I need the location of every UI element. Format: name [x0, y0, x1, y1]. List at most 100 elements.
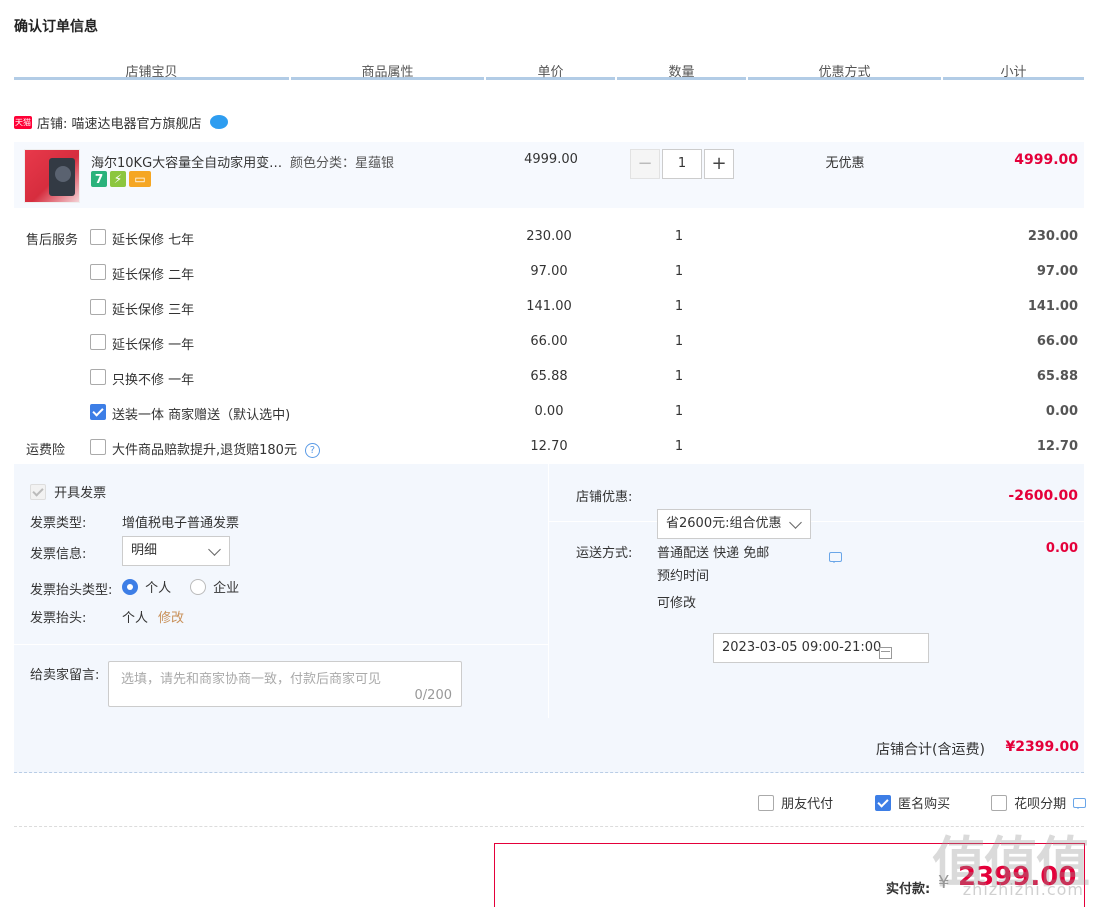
service-checkbox[interactable] [90, 299, 106, 315]
service-row: 运费险 大件商品赔款提升,退货赔180元? 12.70 1 12.70 [14, 430, 1084, 465]
service-checkbox[interactable] [90, 404, 106, 420]
service-name-text: 延长保修 三年 [112, 303, 195, 318]
message-placeholder: 选填，请先和商家协商一致，付款后商家可见 [121, 672, 382, 687]
shop-total-value: ¥2399.00 [1005, 739, 1079, 755]
card-icon[interactable]: ▭ [129, 171, 151, 187]
radio-company-label: 企业 [213, 581, 240, 596]
service-name[interactable]: 送装一体 商家赠送（默认选中) [112, 404, 290, 423]
service-checkbox[interactable] [90, 229, 106, 245]
service-name[interactable]: 延长保修 三年 [112, 299, 194, 318]
installment-option[interactable]: 花呗分期 [991, 793, 1087, 812]
service-checkbox[interactable] [90, 334, 106, 350]
service-qty: 1 [674, 229, 684, 244]
service-checkbox[interactable] [90, 439, 106, 455]
promo-chat-icon[interactable] [829, 551, 842, 563]
col-header-subtotal: 小计 [943, 60, 1084, 80]
shop-line: 天猫 店铺: 喵速达电器官方旗舰店 [14, 112, 228, 132]
appoint-time-select[interactable]: 2023-03-05 09:00-21:00 [713, 633, 929, 663]
anonymous-checkbox[interactable] [875, 794, 891, 811]
product-attr: 颜色分类：星蕴银 [290, 156, 395, 171]
invoice-info-select[interactable]: 明细 [122, 536, 230, 566]
chat-bubble-icon[interactable] [209, 115, 228, 129]
service-checkbox[interactable] [90, 369, 106, 385]
radio-company[interactable]: 企业 [190, 577, 239, 596]
chevron-down-icon [208, 543, 221, 556]
shipping-method: 普通配送 快递 免邮 [657, 546, 770, 561]
message-counter: 0/200 [414, 688, 452, 703]
service-price: 0.00 [534, 404, 564, 419]
invoice-modify-link[interactable]: 修改 [158, 607, 184, 626]
service-name[interactable]: 大件商品赔款提升,退货赔180元? [112, 439, 320, 458]
invoice-type-label: 发票类型: [30, 516, 87, 531]
radio-personal-dot[interactable] [122, 578, 138, 595]
calendar-icon [879, 647, 893, 659]
quantity-stepper: − 1 + [630, 149, 734, 179]
promo-value: 省2600元:组合优惠 [666, 516, 782, 531]
installment-checkbox[interactable] [991, 794, 1007, 811]
service-name-text: 送装一体 商家赠送（默认选中) [112, 408, 291, 423]
service-row: 延长保修 一年 66.00 1 66.00 [14, 325, 1084, 360]
anonymous-option[interactable]: 匿名购买 [875, 793, 950, 812]
shipping-label: 运送方式: [576, 546, 633, 561]
radio-personal-label: 个人 [145, 581, 172, 596]
page-title: 确认订单信息 [14, 19, 98, 35]
decrease-button[interactable]: − [630, 149, 660, 179]
col-header-attr: 商品属性 [291, 60, 484, 80]
friend-pay-checkbox[interactable] [758, 794, 774, 811]
message-label: 给卖家留言: [30, 668, 100, 683]
energy-icon[interactable]: ⚡ [110, 171, 126, 187]
service-badges: 7 ⚡ ▭ [91, 171, 154, 187]
service-name[interactable]: 延长保修 一年 [112, 334, 194, 353]
invoice-header-label: 发票抬头: [30, 611, 87, 626]
service-price: 66.00 [530, 334, 568, 349]
service-price: 12.70 [530, 439, 568, 454]
col-header-qty: 数量 [617, 60, 746, 80]
service-group-label: 运费险 [26, 443, 66, 458]
service-name[interactable]: 延长保修 七年 [112, 229, 194, 248]
shipping-fee: 0.00 [1045, 541, 1078, 556]
service-price: 65.88 [530, 369, 568, 384]
service-subtotal: 0.00 [1045, 404, 1078, 419]
friend-pay-label: 朋友代付 [781, 797, 834, 812]
chevron-down-icon [789, 516, 802, 529]
seven-day-return-icon[interactable]: 7 [91, 171, 107, 187]
product-thumbnail[interactable] [24, 149, 80, 203]
invoice-checkbox[interactable] [30, 483, 46, 500]
service-row: 送装一体 商家赠送（默认选中) 0.00 1 0.00 [14, 395, 1084, 430]
service-group-label: 售后服务 [26, 233, 79, 248]
service-name[interactable]: 延长保修 二年 [112, 264, 194, 283]
shop-total-label: 店铺合计(含运费) [876, 742, 985, 758]
service-qty: 1 [674, 439, 684, 454]
product-price: 4999.00 [524, 152, 578, 167]
quantity-input[interactable]: 1 [662, 149, 702, 179]
appoint-time-value: 2023-03-05 09:00-21:00 [722, 640, 882, 655]
radio-company-dot[interactable] [190, 578, 206, 595]
invoice-toggle[interactable]: 开具发票 [30, 482, 106, 501]
increase-button[interactable]: + [704, 149, 734, 179]
radio-personal[interactable]: 个人 [122, 577, 171, 596]
service-subtotal: 230.00 [1027, 229, 1078, 244]
installment-chat-icon[interactable] [1073, 797, 1087, 809]
help-icon[interactable]: ? [304, 443, 320, 458]
invoice-header-value: 个人 [122, 611, 149, 626]
col-header-shop-item: 店铺宝贝 [14, 60, 289, 80]
installment-label: 花呗分期 [1014, 797, 1067, 812]
service-name-text: 延长保修 七年 [112, 233, 195, 248]
service-checkbox[interactable] [90, 264, 106, 280]
promo-label: 店铺优惠: [576, 490, 633, 505]
service-name-text: 延长保修 一年 [112, 338, 195, 353]
shop-name[interactable]: 店铺: 喵速达电器官方旗舰店 [37, 113, 202, 132]
service-name[interactable]: 只换不修 一年 [112, 369, 194, 388]
product-name[interactable]: 海尔10KG大容量全自动家用变… [91, 152, 283, 171]
promo-select[interactable]: 省2600元:组合优惠 [657, 509, 811, 539]
service-qty: 1 [674, 299, 684, 314]
service-row: 售后服务 延长保修 七年 230.00 1 230.00 [14, 220, 1084, 255]
message-textarea[interactable]: 选填，请先和商家协商一致，付款后商家可见 0/200 [108, 661, 462, 707]
service-row: 延长保修 三年 141.00 1 141.00 [14, 290, 1084, 325]
service-subtotal: 65.88 [1036, 369, 1078, 384]
friend-pay-option[interactable]: 朋友代付 [758, 793, 833, 812]
watermark-url: zhizhizhi.com [962, 880, 1084, 899]
discount-method: 无优惠 [825, 156, 865, 171]
divider [14, 644, 548, 645]
service-row: 只换不修 一年 65.88 1 65.88 [14, 360, 1084, 395]
